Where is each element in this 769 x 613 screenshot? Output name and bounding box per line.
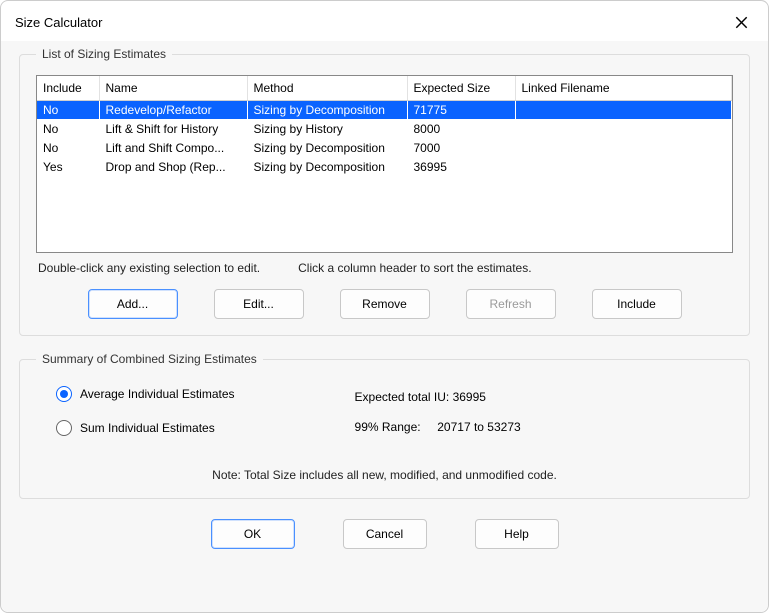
radio-average[interactable]: Average Individual Estimates [56, 386, 235, 402]
radio-icon [56, 420, 72, 436]
cancel-button[interactable]: Cancel [343, 519, 427, 549]
dialog-title: Size Calculator [15, 15, 102, 30]
cell-method: Sizing by Decomposition [247, 100, 407, 119]
table-row[interactable]: No Lift and Shift Compo... Sizing by Dec… [37, 138, 732, 157]
include-button[interactable]: Include [592, 289, 682, 319]
remove-button[interactable]: Remove [340, 289, 430, 319]
cell-method: Sizing by History [247, 119, 407, 138]
range-label: 99% Range: [355, 420, 421, 434]
summary-note: Note: Total Size includes all new, modif… [36, 468, 733, 482]
cell-size: 8000 [407, 119, 515, 138]
cell-method: Sizing by Decomposition [247, 138, 407, 157]
radio-average-label: Average Individual Estimates [80, 387, 235, 401]
cell-file [515, 100, 732, 119]
table-row[interactable]: No Redevelop/Refactor Sizing by Decompos… [37, 100, 732, 119]
cell-file [515, 138, 732, 157]
table-row[interactable] [37, 233, 732, 252]
cell-size: 7000 [407, 138, 515, 157]
close-icon [735, 16, 748, 29]
cell-name: Redevelop/Refactor [99, 100, 247, 119]
summary-group: Summary of Combined Sizing Estimates Ave… [19, 352, 750, 499]
radio-sum[interactable]: Sum Individual Estimates [56, 420, 235, 436]
sizing-table-wrap: Include Name Method Expected Size Linked… [36, 75, 733, 253]
cell-name: Lift & Shift for History [99, 119, 247, 138]
col-header-linked-filename[interactable]: Linked Filename [515, 76, 732, 100]
cell-size: 71775 [407, 100, 515, 119]
summary-legend: Summary of Combined Sizing Estimates [36, 352, 263, 366]
cell-include: Yes [37, 157, 99, 176]
cell-file [515, 119, 732, 138]
table-row[interactable]: No Lift & Shift for History Sizing by Hi… [37, 119, 732, 138]
cell-include: No [37, 119, 99, 138]
cell-file [515, 157, 732, 176]
ok-button[interactable]: OK [211, 519, 295, 549]
range-value: 20717 to 53273 [437, 420, 520, 434]
cell-method: Sizing by Decomposition [247, 157, 407, 176]
hint-row: Double-click any existing selection to e… [38, 261, 731, 275]
dialog-button-row: OK Cancel Help [19, 519, 750, 549]
table-row[interactable] [37, 176, 732, 195]
add-button[interactable]: Add... [88, 289, 178, 319]
titlebar: Size Calculator [1, 1, 768, 41]
table-row[interactable] [37, 214, 732, 233]
dialog-window: Size Calculator List of Sizing Estimates… [0, 0, 769, 613]
cell-include: No [37, 100, 99, 119]
radio-icon [56, 386, 72, 402]
sizing-list-group: List of Sizing Estimates Include Name Me… [19, 47, 750, 336]
col-header-expected-size[interactable]: Expected Size [407, 76, 515, 100]
edit-button[interactable]: Edit... [214, 289, 304, 319]
cell-include: No [37, 138, 99, 157]
client-area: List of Sizing Estimates Include Name Me… [1, 41, 768, 612]
hint-edit: Double-click any existing selection to e… [38, 261, 260, 275]
range-row: 99% Range: 20717 to 53273 [355, 420, 521, 434]
help-button[interactable]: Help [475, 519, 559, 549]
col-header-include[interactable]: Include [37, 76, 99, 100]
cell-name: Lift and Shift Compo... [99, 138, 247, 157]
sizing-list-legend: List of Sizing Estimates [36, 47, 172, 61]
table-row[interactable] [37, 195, 732, 214]
close-button[interactable] [728, 9, 754, 35]
refresh-button[interactable]: Refresh [466, 289, 556, 319]
radio-sum-label: Sum Individual Estimates [80, 421, 215, 435]
cell-size: 36995 [407, 157, 515, 176]
col-header-name[interactable]: Name [99, 76, 247, 100]
sizing-table[interactable]: Include Name Method Expected Size Linked… [37, 76, 732, 252]
expected-total: Expected total IU: 36995 [355, 390, 521, 404]
cell-name: Drop and Shop (Rep... [99, 157, 247, 176]
col-header-method[interactable]: Method [247, 76, 407, 100]
table-row[interactable]: Yes Drop and Shop (Rep... Sizing by Deco… [37, 157, 732, 176]
hint-sort: Click a column header to sort the estima… [298, 261, 531, 275]
list-button-row: Add... Edit... Remove Refresh Include [36, 289, 733, 319]
